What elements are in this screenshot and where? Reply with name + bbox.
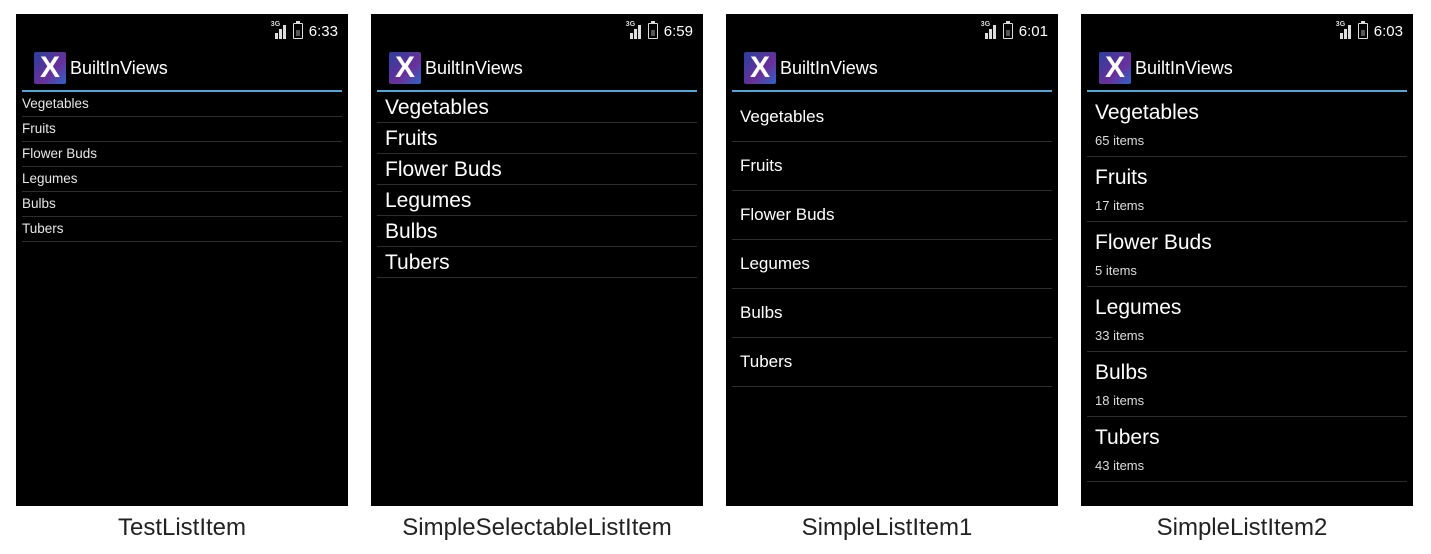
clock: 6:33 [308, 22, 338, 40]
list-item[interactable]: Flower Buds [22, 142, 342, 167]
list-item[interactable]: Legumes [732, 240, 1052, 289]
phone-simplelistitem2: 3G 6:03 X BuiltInViews Vegetables 65 ite… [1081, 14, 1413, 506]
action-bar: X BuiltInViews [377, 46, 697, 92]
list-item[interactable]: Bulbs 18 items [1087, 352, 1407, 417]
app-title: BuiltInViews [425, 57, 523, 78]
phone-testlistitem: 3G 6:33 X BuiltInViews Vegetables Fruits… [16, 14, 348, 506]
list-item[interactable]: Bulbs [22, 192, 342, 217]
list-item[interactable]: Vegetables [22, 92, 342, 117]
list-item[interactable]: Tubers [22, 217, 342, 242]
action-bar: X BuiltInViews [1087, 46, 1407, 92]
xamarin-logo-icon[interactable]: X [389, 52, 421, 84]
list-item[interactable]: Bulbs [732, 289, 1052, 338]
list-view[interactable]: Vegetables 65 items Fruits 17 items Flow… [1087, 92, 1407, 482]
list-view[interactable]: Vegetables Fruits Flower Buds Legumes Bu… [377, 92, 697, 278]
caption-simplelistitem2: SimpleListItem2 [1156, 514, 1328, 541]
list-item[interactable]: Legumes [377, 185, 697, 216]
list-item-title: Vegetables [1095, 101, 1199, 124]
list-item-subtitle: 5 items [1095, 263, 1137, 278]
3g-signal-icon: 3G [271, 21, 287, 39]
list-item[interactable]: Vegetables 65 items [1087, 92, 1407, 157]
list-item[interactable]: Flower Buds [732, 191, 1052, 240]
list-item-subtitle: 17 items [1095, 198, 1145, 213]
3g-signal-icon: 3G [1336, 21, 1352, 39]
phone-simplelistitem1: 3G 6:01 X BuiltInViews Vegetables Fruits… [726, 14, 1058, 506]
clock: 6:03 [1373, 22, 1403, 40]
list-item-title: Flower Buds [1095, 231, 1212, 254]
list-item[interactable]: Tubers [377, 247, 697, 278]
clock: 6:01 [1018, 22, 1048, 40]
app-title: BuiltInViews [70, 57, 168, 78]
list-item-subtitle: 18 items [1095, 393, 1145, 408]
list-item[interactable]: Fruits [22, 117, 342, 142]
status-bar: 3G 6:03 [1081, 14, 1413, 46]
phone-simpleselectablelistitem: 3G 6:59 X BuiltInViews Vegetables Fruits… [371, 14, 703, 506]
list-item[interactable]: Legumes 33 items [1087, 287, 1407, 352]
list-item[interactable]: Tubers [732, 338, 1052, 387]
battery-icon [1357, 21, 1368, 39]
list-item[interactable]: Flower Buds [377, 154, 697, 185]
status-bar: 3G 6:01 [726, 14, 1058, 46]
xamarin-logo-icon[interactable]: X [744, 52, 776, 84]
action-bar: X BuiltInViews [22, 46, 342, 92]
list-view[interactable]: Vegetables Fruits Flower Buds Legumes Bu… [22, 92, 342, 242]
battery-icon [647, 21, 658, 39]
list-item[interactable]: Fruits [377, 123, 697, 154]
status-bar: 3G 6:33 [16, 14, 348, 46]
list-item[interactable]: Vegetables [377, 92, 697, 123]
list-item[interactable]: Vegetables [732, 93, 1052, 142]
list-item-title: Tubers [1095, 426, 1160, 449]
xamarin-logo-icon[interactable]: X [1099, 52, 1131, 84]
list-item-subtitle: 43 items [1095, 458, 1145, 473]
list-item-title: Legumes [1095, 296, 1182, 319]
list-item[interactable]: Fruits 17 items [1087, 157, 1407, 222]
battery-icon [292, 21, 303, 39]
list-item[interactable]: Fruits [732, 142, 1052, 191]
caption-simplelistitem1: SimpleListItem1 [801, 514, 973, 541]
3g-signal-icon: 3G [981, 21, 997, 39]
list-item[interactable]: Bulbs [377, 216, 697, 247]
caption-testlistitem: TestListItem [117, 514, 247, 541]
xamarin-logo-icon[interactable]: X [34, 52, 66, 84]
3g-signal-icon: 3G [626, 21, 642, 39]
list-item-subtitle: 33 items [1095, 328, 1145, 343]
action-bar: X BuiltInViews [732, 46, 1052, 92]
app-title: BuiltInViews [780, 57, 878, 78]
list-item-subtitle: 65 items [1095, 133, 1145, 148]
status-bar: 3G 6:59 [371, 14, 703, 46]
battery-icon [1002, 21, 1013, 39]
list-item[interactable]: Flower Buds 5 items [1087, 222, 1407, 287]
list-item-title: Fruits [1095, 166, 1148, 189]
list-item[interactable]: Legumes [22, 167, 342, 192]
list-item[interactable]: Tubers 43 items [1087, 417, 1407, 482]
caption-simpleselectablelistitem: SimpleSelectableListItem [402, 514, 672, 541]
clock: 6:59 [663, 22, 693, 40]
app-title: BuiltInViews [1135, 57, 1233, 78]
list-view[interactable]: Vegetables Fruits Flower Buds Legumes Bu… [732, 92, 1052, 387]
list-item-title: Bulbs [1095, 361, 1148, 384]
